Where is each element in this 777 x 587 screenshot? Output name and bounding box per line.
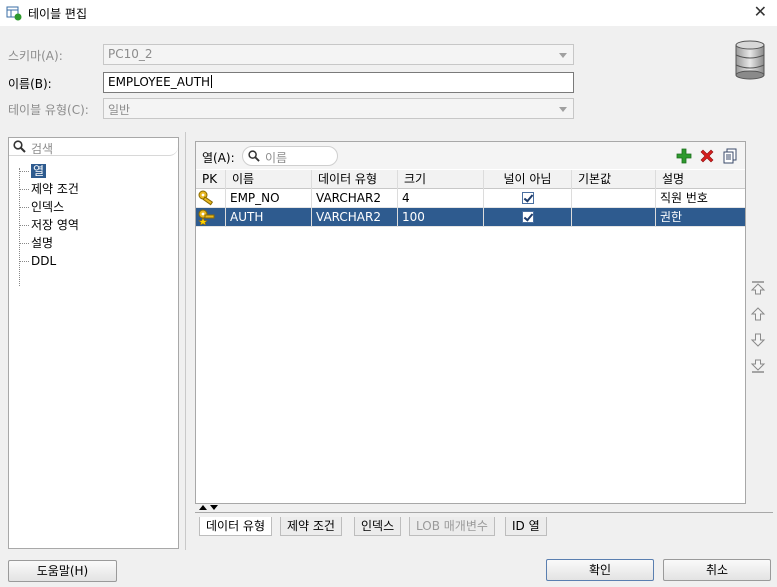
not-null-cell[interactable] (484, 208, 572, 227)
delete-column-icon[interactable] (699, 148, 715, 164)
columns-toolbar: 열(A): 이름 (196, 142, 745, 169)
text-caret (211, 75, 213, 88)
column-name-cell[interactable]: AUTH (226, 208, 312, 227)
tab-constraints[interactable]: 제약 조건 (280, 517, 342, 536)
name-label: 이름(B): (8, 77, 52, 91)
not-null-checkbox[interactable] (522, 192, 534, 204)
search-icon (248, 150, 260, 162)
header-default[interactable]: 기본값 (572, 170, 656, 189)
tree-item-indexes[interactable]: 인덱스 (15, 198, 79, 216)
comment-cell[interactable]: 직원 번호 (656, 189, 745, 208)
copy-column-icon[interactable] (722, 148, 738, 164)
tab-lob-parameters[interactable]: LOB 매개변수 (409, 517, 495, 536)
default-cell[interactable] (572, 208, 656, 227)
move-down-icon[interactable] (750, 332, 766, 348)
header-comment[interactable]: 설명 (656, 170, 745, 189)
move-to-top-icon[interactable] (750, 280, 766, 296)
table-row[interactable]: EMP_NO VARCHAR2 4 직원 번호 (196, 189, 745, 208)
table-name-input[interactable]: EMPLOYEE_AUTH (103, 72, 574, 93)
columns-label: 열(A): (202, 151, 235, 165)
column-search-placeholder: 이름 (265, 151, 288, 165)
tab-indexes[interactable]: 인덱스 (354, 517, 402, 536)
navigator-panel: 검색 열 제약 조건 인덱스 저장 영역 설명 DDL (8, 137, 179, 549)
table-type-label: 테이블 유형(C): (8, 103, 89, 117)
tree-item-comment[interactable]: 설명 (15, 234, 79, 252)
move-to-bottom-icon[interactable] (750, 358, 766, 374)
add-column-icon[interactable] (676, 148, 692, 164)
table-edit-app-icon (6, 6, 22, 21)
title-bar: 테이블 편집 ✕ (0, 0, 777, 26)
schema-select[interactable]: PC10_2 (103, 44, 574, 65)
move-up-icon[interactable] (750, 306, 766, 322)
comment-cell[interactable]: 권한 (656, 208, 745, 227)
cancel-button[interactable]: 취소 (663, 559, 771, 581)
column-search-input[interactable]: 이름 (242, 146, 338, 166)
reorder-controls (750, 280, 768, 384)
ok-button[interactable]: 확인 (546, 559, 654, 581)
tree-item-storage[interactable]: 저장 영역 (15, 216, 79, 234)
help-button[interactable]: 도움말(H) (8, 560, 117, 582)
not-null-checkbox[interactable] (522, 211, 534, 223)
header-not-null[interactable]: 널이 아님 (484, 170, 572, 189)
table-name-value: EMPLOYEE_AUTH (108, 75, 211, 89)
navigator-search[interactable]: 검색 (9, 138, 178, 156)
expand-collapse-icon[interactable] (198, 504, 220, 512)
detail-tabs: 데이터 유형 제약 조건 인덱스 LOB 매개변수 ID 열 (195, 512, 773, 537)
pk-cell[interactable] (196, 208, 226, 227)
table-type-select[interactable]: 일반 (103, 98, 574, 119)
navigator-tree: 열 제약 조건 인덱스 저장 영역 설명 DDL (15, 162, 79, 286)
navigator-search-placeholder: 검색 (31, 142, 54, 156)
tree-item-columns[interactable]: 열 (15, 162, 79, 180)
tab-data-type[interactable]: 데이터 유형 (199, 517, 273, 536)
search-icon (13, 140, 26, 153)
panel-splitter[interactable] (185, 132, 186, 550)
data-type-cell[interactable]: VARCHAR2 (312, 189, 398, 208)
pk-cell[interactable] (196, 189, 226, 208)
default-cell[interactable] (572, 189, 656, 208)
table-row[interactable]: AUTH VARCHAR2 100 권한 (196, 208, 745, 227)
size-cell[interactable]: 4 (398, 189, 484, 208)
columns-panel: 열(A): 이름 PK 이름 데이터 유형 크기 널이 아님 기본값 설명 EM… (195, 141, 746, 504)
tree-item-constraints[interactable]: 제약 조건 (15, 180, 79, 198)
size-cell[interactable]: 100 (398, 208, 484, 227)
close-icon[interactable]: ✕ (754, 2, 767, 22)
columns-grid: PK 이름 데이터 유형 크기 널이 아님 기본값 설명 EMP_NO VARC… (196, 170, 745, 227)
chevron-down-icon (559, 107, 567, 112)
column-name-cell[interactable]: EMP_NO (226, 189, 312, 208)
header-pk[interactable]: PK (196, 170, 226, 189)
header-size[interactable]: 크기 (398, 170, 484, 189)
tree-item-ddl[interactable]: DDL (15, 252, 79, 270)
data-type-cell[interactable]: VARCHAR2 (312, 208, 398, 227)
not-null-cell[interactable] (484, 189, 572, 208)
window-title: 테이블 편집 (28, 7, 88, 21)
grid-header-row: PK 이름 데이터 유형 크기 널이 아님 기본값 설명 (196, 170, 745, 189)
schema-label: 스키마(A): (8, 49, 63, 63)
key-star-icon (198, 209, 215, 225)
header-name[interactable]: 이름 (226, 170, 312, 189)
database-icon (735, 40, 765, 80)
schema-value: PC10_2 (108, 47, 153, 61)
table-type-value: 일반 (108, 103, 131, 117)
chevron-down-icon (559, 53, 567, 58)
header-data-type[interactable]: 데이터 유형 (312, 170, 398, 189)
tab-identity-column[interactable]: ID 열 (505, 517, 547, 536)
key-icon (198, 190, 214, 206)
